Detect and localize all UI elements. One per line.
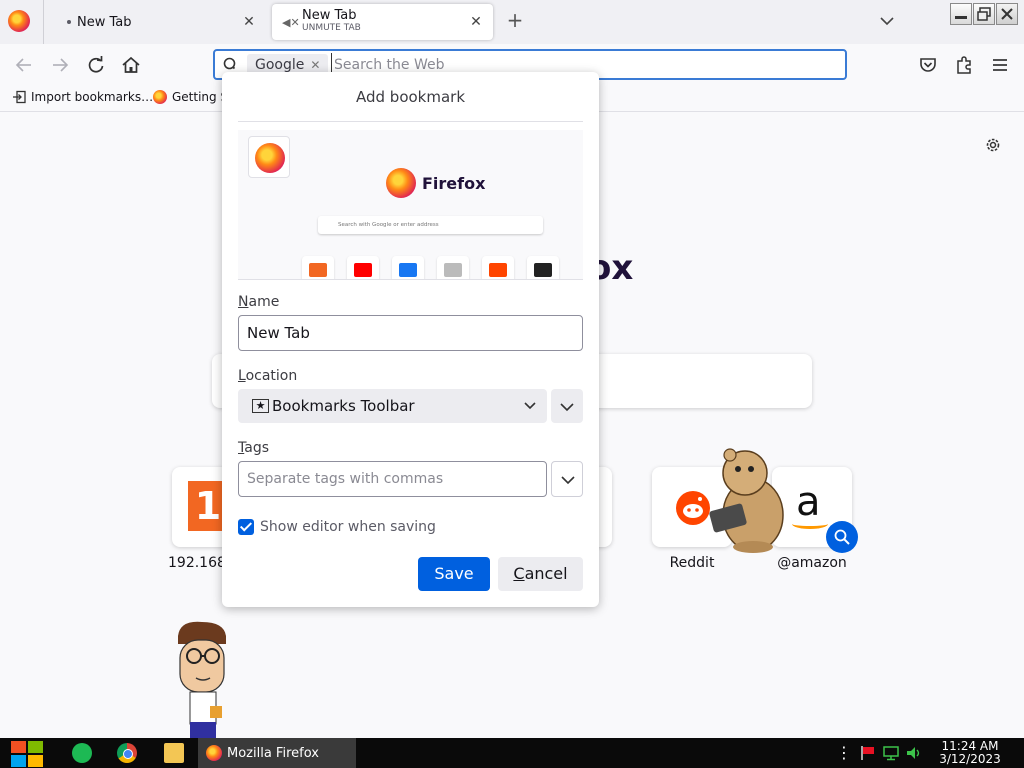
firefox-icon (153, 90, 167, 104)
system-clock[interactable]: 11:24 AM 3/12/2023 (930, 740, 1010, 766)
taskbar: Mozilla Firefox ⋮ 11:24 AM 3/12/2023 (0, 738, 1024, 768)
search-shortcut-icon[interactable] (826, 521, 858, 553)
location-label: Location (238, 368, 298, 384)
tags-field[interactable] (238, 461, 547, 497)
file-explorer-folder-icon[interactable] (164, 743, 184, 763)
preview-wordmark: Firefox (422, 174, 486, 193)
chrome-icon[interactable] (117, 743, 137, 763)
forward-arrow-icon[interactable] (48, 53, 72, 77)
add-bookmark-panel: Add bookmark Firefox Search with Google … (222, 72, 599, 607)
bookmark-getting-started[interactable]: Getting S (153, 90, 228, 104)
reload-icon[interactable] (84, 53, 108, 77)
preview-tile (482, 256, 514, 279)
action-center-flag-icon[interactable] (860, 745, 876, 761)
bookmarks-toolbar-icon: ★ (252, 399, 269, 413)
taskbar-window-title: Mozilla Firefox (227, 745, 319, 761)
bookmark-import[interactable]: Import bookmarks… (12, 90, 153, 104)
amazon-smile-icon (792, 519, 828, 529)
save-button[interactable]: Save (418, 557, 490, 591)
panel-divider (238, 121, 583, 122)
cancel-label-rest: ancel (524, 564, 568, 583)
show-editor-label: Show editor when saving (260, 519, 436, 535)
cartoon-man-illustration (178, 621, 226, 738)
tab-strip: New Tab ✕ ◀✕ New Tab UNMUTE TAB ✕ + (0, 0, 1024, 44)
chevron-down-icon (561, 476, 575, 485)
firefox-icon (206, 745, 222, 761)
chevron-down-icon (524, 402, 536, 410)
window-minimize-button[interactable] (950, 3, 972, 25)
taskbar-firefox-window[interactable]: Mozilla Firefox (198, 738, 356, 768)
bookmark-label: Getting S (172, 90, 229, 104)
tab-close-icon[interactable]: ✕ (467, 13, 485, 31)
new-tab-plus-icon[interactable]: + (504, 10, 526, 32)
location-value: Bookmarks Toolbar (272, 397, 415, 415)
page-preview-thumbnail: Firefox Search with Google or enter addr… (238, 130, 583, 280)
tab-title: New Tab (302, 8, 357, 23)
preview-tile (437, 256, 469, 279)
location-label-rest: ocation (245, 368, 298, 384)
preview-tile (302, 256, 334, 279)
search-engine-name: Google (255, 56, 305, 73)
location-dropdown[interactable]: ★ Bookmarks Toolbar (238, 389, 547, 423)
hamster-mascot-illustration (709, 448, 784, 553)
preview-top-sites (302, 256, 559, 279)
tab-attention-dot (67, 20, 71, 24)
bookmark-name-field[interactable] (238, 315, 583, 351)
extensions-puzzle-icon[interactable] (952, 53, 976, 77)
tab-sound-state: UNMUTE TAB (302, 23, 361, 33)
tab-close-icon[interactable]: ✕ (240, 13, 258, 31)
expand-folder-tree-button[interactable] (551, 389, 583, 423)
name-label-rest: ame (248, 294, 280, 310)
tray-overflow-icon[interactable]: ⋮ (836, 745, 852, 761)
spotify-icon[interactable] (72, 743, 92, 763)
hamburger-menu-icon[interactable] (988, 53, 1012, 77)
bookmark-label: Import bookmarks… (31, 90, 154, 104)
page-favicon (248, 136, 290, 178)
pocket-icon[interactable] (916, 53, 940, 77)
preview-tile (527, 256, 559, 279)
firefox-logo-icon (386, 168, 416, 198)
remove-engine-close-icon[interactable]: ✕ (310, 58, 320, 72)
tags-label-rest: ags (244, 440, 269, 456)
back-arrow-icon[interactable] (12, 53, 36, 77)
preview-tile (347, 256, 379, 279)
list-all-tabs-chevron-icon[interactable] (876, 10, 898, 32)
top-site-label: Reddit (669, 555, 715, 571)
import-icon (13, 90, 26, 104)
top-site-label: @amazon (777, 555, 847, 571)
tab-2-active[interactable]: ◀✕ New Tab UNMUTE TAB ✕ (272, 4, 493, 40)
chevron-down-icon (560, 403, 574, 412)
firefox-view-icon[interactable] (8, 10, 30, 32)
name-label: Name (238, 294, 280, 310)
preview-search-box: Search with Google or enter address (318, 216, 543, 234)
volume-icon[interactable] (906, 745, 922, 761)
top-site-label: 192.168 (168, 555, 226, 571)
cancel-button[interactable]: Cancel (498, 557, 583, 591)
network-icon[interactable] (883, 745, 899, 761)
expand-tags-button[interactable] (551, 461, 583, 497)
preview-tile (392, 256, 424, 279)
tags-label: Tags (238, 440, 269, 456)
gear-icon[interactable] (983, 135, 1003, 155)
tab-1[interactable]: New Tab ✕ (50, 4, 266, 40)
window-close-button[interactable] (996, 3, 1018, 25)
clock-date: 3/12/2023 (939, 752, 1001, 766)
panel-title: Add bookmark (355, 88, 466, 106)
show-editor-checkbox-row[interactable]: Show editor when saving (238, 519, 436, 535)
show-editor-checkbox[interactable] (238, 519, 254, 535)
firefox-icon (255, 143, 285, 173)
speaker-muted-icon[interactable]: ◀✕ (282, 16, 300, 29)
tab-title: New Tab (77, 14, 132, 30)
home-icon[interactable] (119, 53, 143, 77)
tab-separator (43, 0, 44, 44)
window-restore-button[interactable] (973, 3, 995, 25)
windows-start-icon[interactable] (11, 741, 43, 767)
